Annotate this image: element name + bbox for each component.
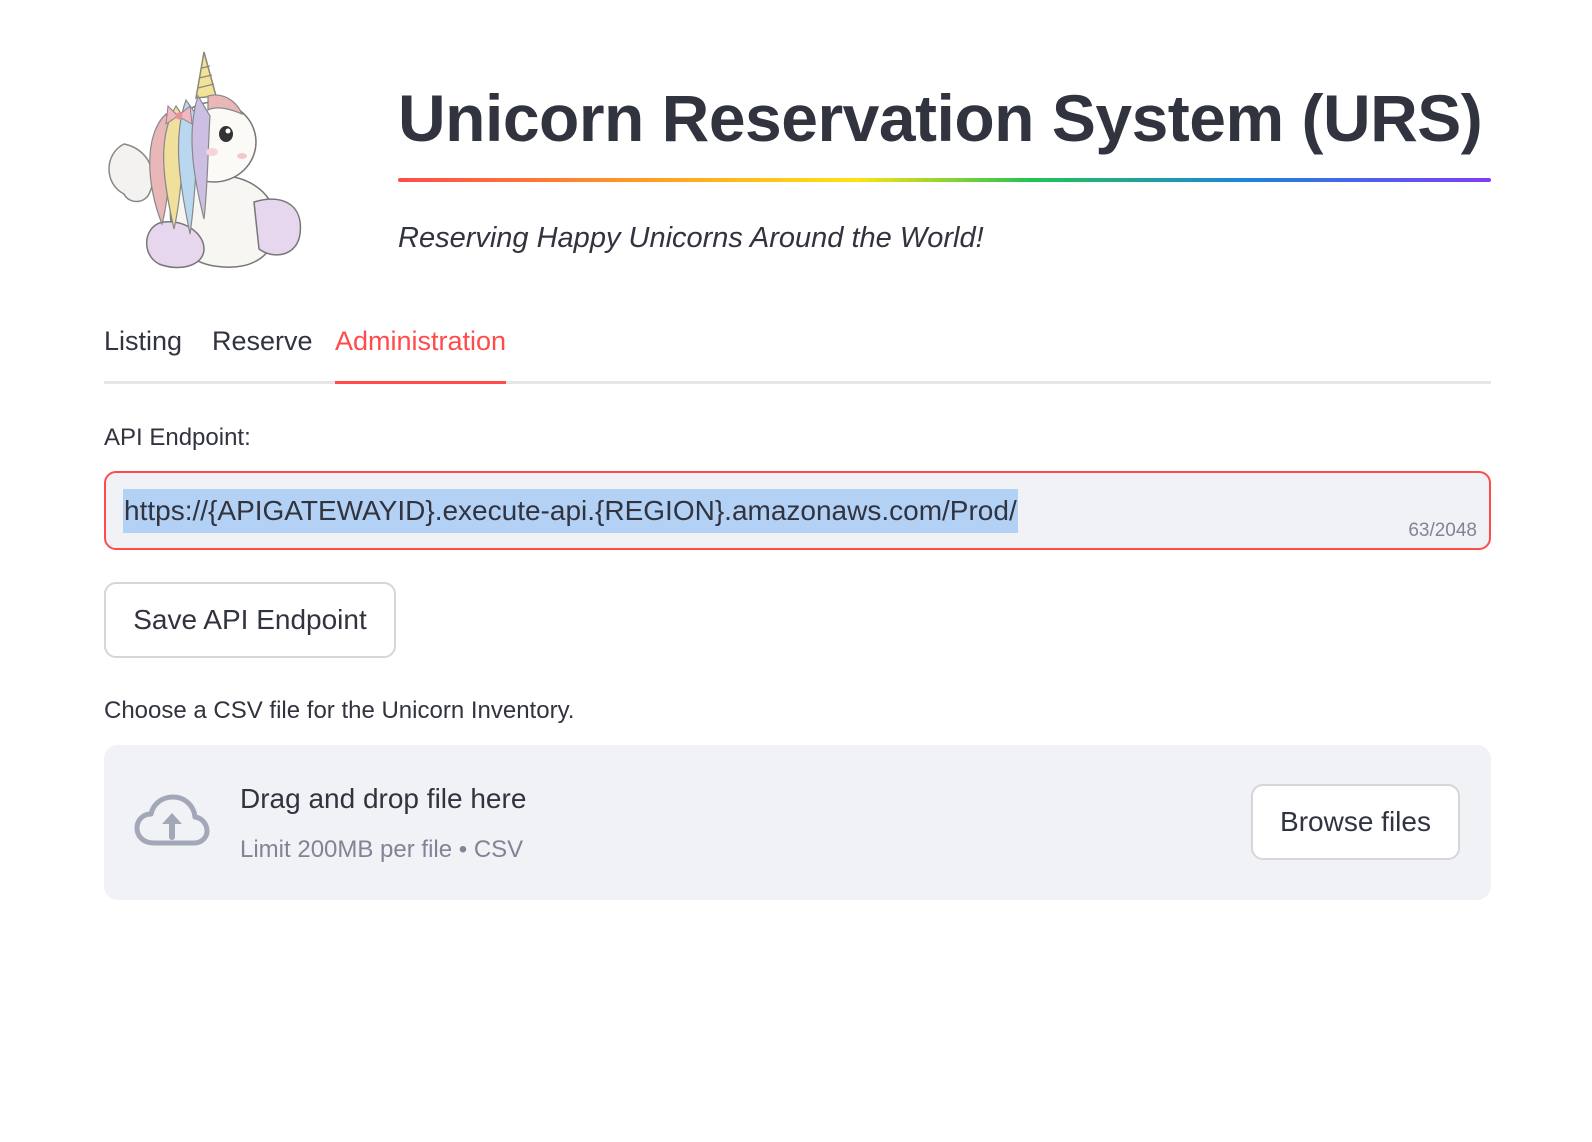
browse-files-button[interactable]: Browse files bbox=[1251, 784, 1460, 860]
rainbow-divider bbox=[398, 178, 1491, 182]
api-endpoint-value[interactable]: https://{APIGATEWAYID}.execute-api.{REGI… bbox=[123, 489, 1018, 533]
page-subtitle: Reserving Happy Unicorns Around the Worl… bbox=[398, 222, 984, 254]
cloud-upload-icon bbox=[134, 794, 210, 846]
tab-administration[interactable]: Administration bbox=[335, 326, 506, 357]
tab-bar: Listing Reserve Administration bbox=[104, 318, 1491, 384]
page: Unicorn Reservation System (URS) Reservi… bbox=[0, 0, 1592, 1142]
tab-reserve[interactable]: Reserve bbox=[212, 326, 313, 357]
csv-upload-label: Choose a CSV file for the Unicorn Invent… bbox=[104, 697, 575, 724]
dropzone-limit: Limit 200MB per file • CSV bbox=[240, 836, 524, 863]
api-endpoint-label: API Endpoint: bbox=[104, 424, 251, 451]
dropzone-instructions: Drag and drop file here bbox=[240, 783, 527, 814]
save-api-endpoint-button[interactable]: Save API Endpoint bbox=[104, 582, 396, 658]
unicorn-logo bbox=[108, 51, 302, 269]
api-endpoint-input[interactable]: https://{APIGATEWAYID}.execute-api.{REGI… bbox=[104, 471, 1491, 550]
file-dropzone[interactable]: Drag and drop file here Limit 200MB per … bbox=[104, 745, 1491, 900]
tab-listing[interactable]: Listing bbox=[104, 326, 182, 357]
active-tab-indicator bbox=[335, 381, 506, 384]
char-count: 63/2048 bbox=[1408, 520, 1477, 541]
page-title: Unicorn Reservation System (URS) bbox=[398, 81, 1483, 155]
